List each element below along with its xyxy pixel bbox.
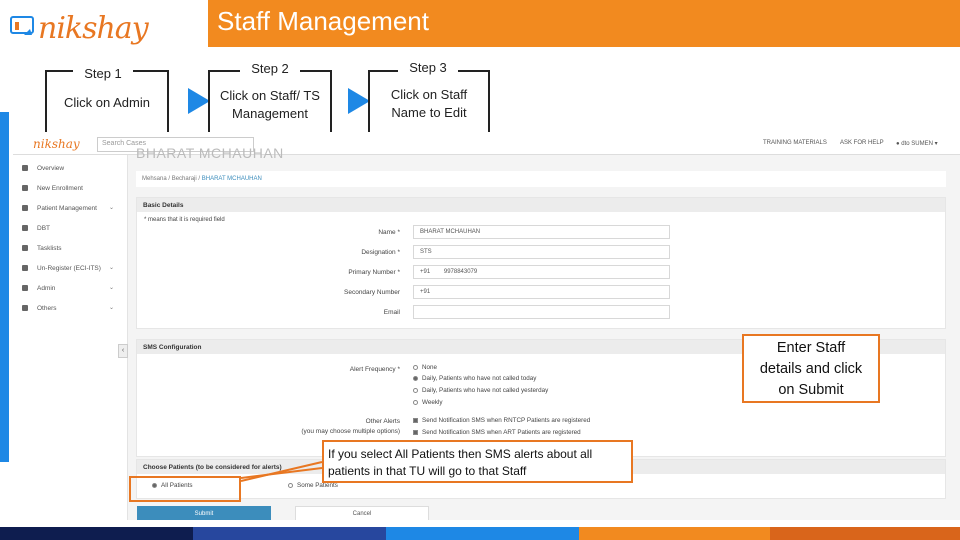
grid-icon (22, 165, 28, 171)
footer-strip-indigo (193, 527, 386, 540)
radio-option[interactable]: Daily, Patients who have not called yest… (413, 387, 548, 394)
step-2-desc-line1: Click on Staff/ TS (220, 88, 320, 103)
sidebar: Overview New Enrollment Patient Manageme… (13, 155, 128, 520)
radio-option[interactable]: Weekly (413, 399, 443, 406)
checkbox-checked-icon (413, 417, 418, 423)
nikshay-logo: nikshay (10, 5, 155, 51)
primary-number-value: 9978843079 (443, 269, 478, 275)
all-patients-highlight (129, 476, 241, 502)
field-label: Designation * (361, 249, 400, 256)
field-label: Email (383, 309, 400, 316)
field-label: Secondary Number (344, 289, 400, 296)
breadcrumb-separator: / (198, 176, 201, 182)
breadcrumb-item[interactable]: Mehsana (142, 176, 167, 182)
slide: nikshay Staff Management Step 1 Click on… (0, 0, 960, 540)
step-1-label: Step 1 (73, 66, 133, 81)
sidebar-item-new-enrollment[interactable]: New Enrollment (13, 179, 128, 199)
footer-strip-blue (386, 527, 579, 540)
submit-button[interactable]: Submit (137, 506, 271, 520)
field-label: Alert Frequency * (349, 366, 400, 373)
user-minus-icon (22, 265, 28, 271)
required-note: * means that it is required field (144, 217, 225, 223)
step-2-desc: Click on Staff/ TS Management (210, 87, 330, 122)
breadcrumb-item-current: BHARAT MCHAUHAN (201, 176, 262, 182)
step-arrow-1-icon (188, 88, 210, 114)
breadcrumb-separator: / (168, 176, 171, 182)
ask-for-help-link[interactable]: ASK FOR HELP (840, 140, 884, 146)
sidebar-item-admin[interactable]: Admin ⌄ (13, 279, 128, 299)
designation-field[interactable]: STS (413, 245, 670, 259)
slide-title: Staff Management (217, 6, 429, 36)
money-icon (22, 225, 28, 231)
breadcrumb: Mehsana / Becharaji / BHARAT MCHAUHAN (136, 171, 946, 187)
logo-text: nikshay (38, 10, 149, 46)
step-1-desc-line: Click on Admin (64, 95, 150, 110)
title-bar: Staff Management (208, 0, 960, 47)
callout-all-patients-alerts: If you select All Patients then SMS aler… (322, 440, 633, 483)
dots-icon (22, 305, 28, 311)
sidebar-collapse-button[interactable]: ‹ (118, 344, 128, 358)
name-field[interactable]: BHARAT MCHAUHAN (413, 225, 670, 239)
radio-option[interactable]: None (413, 364, 437, 371)
footer-strip-dark-orange (770, 527, 960, 540)
step-3-desc: Click on Staff Name to Edit (370, 86, 488, 121)
checkbox-option[interactable]: Send Notification SMS when ART Patients … (413, 429, 581, 436)
radio-option[interactable]: Daily, Patients who have not called toda… (413, 375, 536, 382)
app-logo: nikshay (33, 137, 80, 151)
checkbox-option[interactable]: Send Notification SMS when RNTCP Patient… (413, 417, 590, 424)
step-arrow-2-icon (348, 88, 370, 114)
chevron-down-icon: ⌄ (109, 285, 115, 291)
sidebar-item-tasklists[interactable]: Tasklists (13, 239, 128, 259)
field-label: Other Alerts (365, 418, 400, 425)
step-3-label: Step 3 (398, 60, 458, 75)
nikshay-logo-icon (10, 16, 34, 35)
chevron-down-icon: ⌄ (109, 265, 115, 271)
radio-selected-icon (413, 375, 418, 381)
training-materials-link[interactable]: TRAINING MATERIALS (763, 140, 827, 146)
field-label: (you may choose multiple options) (301, 428, 400, 435)
country-code-prefix: +91 (420, 289, 431, 295)
radio-icon (413, 364, 418, 370)
footer-strip-orange (579, 527, 770, 540)
plus-icon (22, 185, 28, 191)
list-icon (22, 245, 28, 251)
checkbox-checked-icon (413, 429, 418, 435)
step-3-desc-line2: Name to Edit (391, 104, 467, 120)
sidebar-item-others[interactable]: Others ⌄ (13, 299, 128, 319)
breadcrumb-item[interactable]: Becharaji (172, 176, 197, 182)
country-code-prefix: +91 (420, 269, 431, 275)
radio-icon (413, 387, 418, 393)
step-2-label: Step 2 (240, 61, 300, 76)
primary-number-field[interactable]: +91 9978843079 (413, 265, 670, 279)
radio-icon (413, 399, 418, 405)
step-3-desc-line1: Click on Staff (390, 87, 468, 102)
cancel-button[interactable]: Cancel (295, 506, 429, 520)
panel-header: Basic Details (137, 198, 945, 212)
email-field[interactable] (413, 305, 670, 319)
radio-icon (288, 482, 293, 488)
step-2-desc-line2: Management (232, 105, 308, 121)
user-menu[interactable]: ● dto SUMEN ▾ (896, 140, 938, 147)
step-1-desc: Click on Admin (48, 94, 166, 112)
field-label: Name * (378, 229, 400, 236)
person-icon (22, 285, 28, 291)
sidebar-item-un-register[interactable]: Un-Register (ECI-ITS) ⌄ (13, 259, 128, 279)
callout-enter-staff-details: Enter Staff details and click on Submit (742, 334, 880, 403)
some-patients-radio[interactable]: Some Patients (288, 482, 338, 489)
secondary-number-field[interactable]: +91 (413, 285, 670, 299)
chevron-down-icon: ⌄ (109, 305, 115, 311)
field-label: Primary Number * (348, 269, 400, 276)
footer-strip-navy (0, 527, 193, 540)
left-accent-bar (0, 112, 9, 462)
chevron-down-icon: ⌄ (109, 205, 115, 211)
sidebar-item-overview[interactable]: Overview (13, 159, 128, 179)
sidebar-item-dbt[interactable]: DBT (13, 219, 128, 239)
sidebar-item-patient-management[interactable]: Patient Management ⌄ (13, 199, 128, 219)
folder-icon (22, 205, 28, 211)
page-title: BHARAT MCHAUHAN (136, 145, 284, 161)
